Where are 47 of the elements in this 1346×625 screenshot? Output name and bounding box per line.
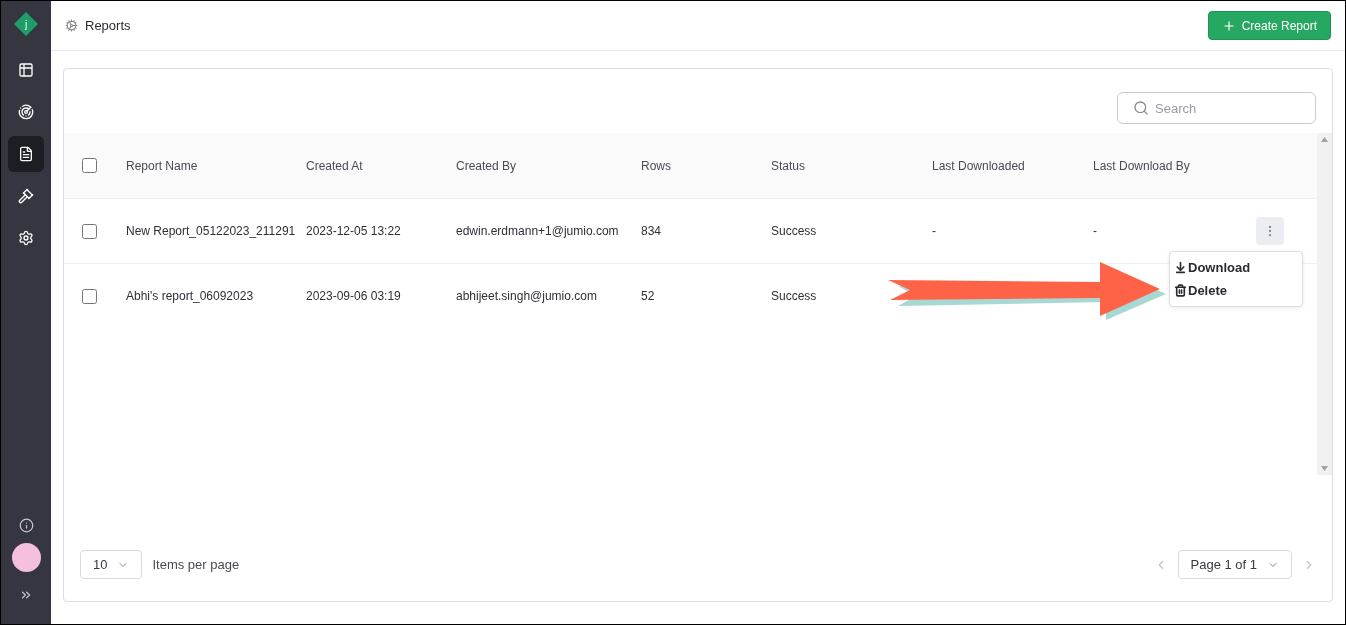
column-header: Created At	[306, 158, 363, 173]
table-cell: 2023-12-05 13:22	[306, 224, 401, 238]
logo: j	[13, 11, 39, 37]
column-header: Status	[771, 158, 806, 173]
radar-icon	[18, 104, 34, 120]
page-title: Reports	[85, 18, 132, 33]
scrollbar[interactable]	[1317, 133, 1332, 475]
column-header: Rows	[641, 158, 671, 173]
plus-icon	[1221, 18, 1236, 33]
trash-icon	[1174, 284, 1187, 297]
sidebar-nav-button[interactable]	[8, 136, 44, 172]
table-cell: Success	[771, 289, 817, 303]
scroll-down-icon[interactable]	[1321, 466, 1328, 471]
table-cell: abhijeet.singh@jumio.com	[456, 289, 597, 303]
table-cell: 52	[641, 289, 655, 303]
search-field[interactable]: Search	[1117, 92, 1316, 124]
table-cell: Success	[771, 224, 817, 238]
column-header: Last Downloaded	[932, 158, 1025, 173]
settings-icon	[18, 230, 34, 246]
table-cell: Abhi's report_06092023	[126, 289, 254, 303]
table-cell: 2023-09-06 03:19	[306, 289, 401, 303]
table-cell: New Report_05122023_211291	[126, 224, 296, 238]
expand-icon[interactable]	[19, 588, 33, 602]
table-cell: 834	[641, 224, 662, 238]
column-header: Last Download By	[1093, 158, 1190, 173]
info-icon[interactable]	[18, 518, 34, 533]
per-page-label: Items per page	[152, 557, 241, 572]
gavel-icon	[18, 188, 34, 204]
download-icon	[1174, 261, 1187, 274]
column-header: Report Name	[126, 158, 198, 173]
row-checkbox[interactable]	[82, 288, 97, 304]
menu-item[interactable]: Download	[1174, 256, 1298, 279]
table-cell: -	[932, 224, 936, 238]
document-icon	[18, 146, 34, 162]
per-page-select[interactable]: 10	[80, 550, 143, 579]
avatar[interactable]	[11, 543, 41, 572]
menu-item[interactable]: Delete	[1174, 279, 1298, 302]
select-all-checkbox[interactable]	[82, 158, 97, 173]
page-select[interactable]: Page 1 of 1	[1177, 550, 1292, 579]
search-icon	[1133, 100, 1149, 116]
row-checkbox[interactable]	[82, 223, 97, 239]
scroll-up-icon[interactable]	[1321, 137, 1328, 142]
table-cell: edwin.erdmann+1@jumio.com	[456, 224, 619, 238]
column-header: Created By	[456, 158, 517, 173]
cog-icon	[65, 19, 78, 32]
table-cell: -	[1093, 224, 1097, 238]
table-icon	[18, 62, 34, 78]
